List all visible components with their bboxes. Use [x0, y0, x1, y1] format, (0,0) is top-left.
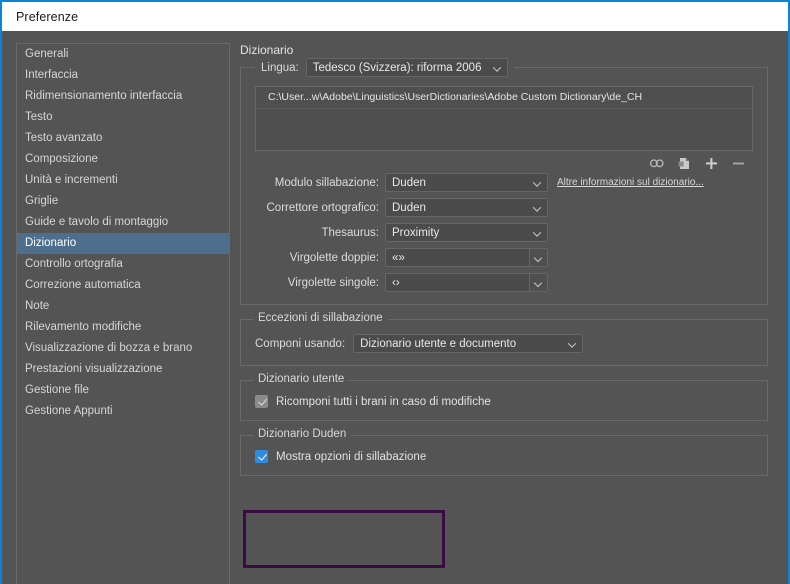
sidebar-item-testo-avanzato[interactable]: Testo avanzato: [17, 128, 229, 149]
sidebar-item-note[interactable]: Note: [17, 296, 229, 317]
sidebar-item-griglie[interactable]: Griglie: [17, 191, 229, 212]
hyphenation-module-row: Modulo sillabazione: Duden Altre informa…: [255, 173, 753, 192]
chevron-down-icon: [569, 342, 576, 346]
compose-using-value: Dizionario utente e documento: [360, 337, 517, 350]
double-quotes-row: Virgolette doppie: «»: [255, 248, 753, 267]
sidebar-item-rilevamento-modifiche[interactable]: Rilevamento modifiche: [17, 317, 229, 338]
single-quotes-combo[interactable]: ‹›: [385, 273, 548, 292]
double-quotes-combo[interactable]: «»: [385, 248, 548, 267]
chevron-down-icon: [534, 206, 541, 210]
language-group-legend: Lingua: Tedesco (Svizzera): riforma 2006: [255, 58, 514, 77]
recompose-checkbox[interactable]: [255, 395, 268, 408]
chevron-down-icon: [534, 181, 541, 185]
hyphenation-exceptions-group: Eccezioni di sillabazione Componi usando…: [240, 312, 768, 366]
compose-using-label: Componi usando:: [255, 337, 346, 350]
sidebar-item-generali[interactable]: Generali: [17, 44, 229, 65]
language-group: Lingua: Tedesco (Svizzera): riforma 2006…: [240, 58, 768, 305]
language-label: Lingua:: [261, 61, 299, 74]
sidebar-item-controllo-ortografia[interactable]: Controllo ortografia: [17, 254, 229, 275]
sidebar-item-gestione-appunti[interactable]: Gestione Appunti: [17, 401, 229, 422]
user-dictionary-group: Dizionario utente Ricomponi tutti i bran…: [240, 373, 768, 421]
sidebar-item-unit-e-incrementi[interactable]: Unità e incrementi: [17, 170, 229, 191]
hyphenation-exceptions-legend: Eccezioni di sillabazione: [253, 312, 388, 324]
more-info-link[interactable]: Altre informazioni sul dizionario...: [557, 177, 704, 188]
double-quotes-value[interactable]: «»: [386, 249, 529, 266]
spell-checker-value: Duden: [392, 201, 426, 214]
chevron-down-icon: [494, 66, 501, 70]
show-hyphenation-options-row[interactable]: Mostra opzioni di sillabazione: [255, 450, 753, 463]
single-quotes-value[interactable]: ‹›: [386, 274, 529, 291]
sidebar-item-prestazioni-visualizzazione[interactable]: Prestazioni visualizzazione: [17, 359, 229, 380]
user-dictionaries-listbox[interactable]: C:\User...w\Adobe\Linguistics\UserDictio…: [255, 86, 753, 151]
hyphenation-module-label: Modulo sillabazione:: [274, 176, 379, 189]
sidebar-item-visualizzazione-di-bozza-e-brano[interactable]: Visualizzazione di bozza e brano: [17, 338, 229, 359]
link-icon[interactable]: [650, 156, 664, 170]
sidebar-item-gestione-file[interactable]: Gestione file: [17, 380, 229, 401]
hyphenation-module-value: Duden: [392, 176, 426, 189]
spell-checker-label: Correttore ortografico:: [266, 201, 380, 214]
single-quotes-row: Virgolette singole: ‹›: [255, 273, 753, 292]
duden-dictionary-group: Dizionario Duden Mostra opzioni di silla…: [240, 428, 768, 476]
user-dictionary-legend: Dizionario utente: [253, 373, 350, 385]
window-title: Preferenze: [16, 9, 79, 24]
sidebar-item-ridimensionamento-interfaccia[interactable]: Ridimensionamento interfaccia: [17, 86, 229, 107]
sidebar-item-composizione[interactable]: Composizione: [17, 149, 229, 170]
language-select-value: Tedesco (Svizzera): riforma 2006: [312, 61, 482, 74]
single-quotes-label: Virgolette singole:: [287, 276, 379, 289]
dialog-body: Generali Interfaccia Ridimensionamento int…: [2, 31, 788, 584]
chevron-down-icon: [534, 231, 541, 235]
compose-using-row: Componi usando: Dizionario utente e docu…: [255, 334, 753, 353]
new-dictionary-icon[interactable]: [677, 156, 691, 170]
language-select[interactable]: Tedesco (Svizzera): riforma 2006: [305, 58, 508, 77]
thesaurus-value: Proximity: [392, 226, 440, 239]
sidebar-item-guide-e-tavolo-di-montaggio[interactable]: Guide e tavolo di montaggio: [17, 212, 229, 233]
dictionary-panel: Dizionario Lingua: Tedesco (Svizzera): r…: [240, 43, 788, 584]
sidebar-item-dizionario[interactable]: Dizionario: [17, 233, 229, 254]
recompose-checkbox-row[interactable]: Ricomponi tutti i brani in caso di modif…: [255, 395, 753, 408]
sidebar-item-correzione-automatica[interactable]: Correzione automatica: [17, 275, 229, 296]
spell-checker-select[interactable]: Duden: [385, 198, 548, 217]
preferences-category-list[interactable]: Generali Interfaccia Ridimensionamento int…: [16, 43, 230, 584]
sidebar-item-testo[interactable]: Testo: [17, 107, 229, 128]
double-quotes-label: Virgolette doppie:: [289, 251, 379, 264]
page-title: Dizionario: [240, 43, 294, 57]
list-item[interactable]: C:\User...w\Adobe\Linguistics\UserDictio…: [256, 87, 752, 109]
dictionary-toolbar: [255, 153, 753, 173]
title-bar: Preferenze: [2, 2, 788, 31]
duden-dictionary-legend: Dizionario Duden: [253, 428, 352, 440]
thesaurus-select[interactable]: Proximity: [385, 223, 548, 242]
spell-checker-row: Correttore ortografico: Duden: [255, 198, 753, 217]
hyphenation-module-select[interactable]: Duden: [385, 173, 548, 192]
show-hyphenation-options-checkbox[interactable]: [255, 450, 268, 463]
show-hyphenation-options-label: Mostra opzioni di sillabazione: [276, 450, 427, 463]
add-icon[interactable]: [704, 156, 718, 170]
thesaurus-row: Thesaurus: Proximity: [255, 223, 753, 242]
preferences-window: Preferenze Generali Interfaccia Ridimensio…: [0, 0, 790, 584]
chevron-down-icon[interactable]: [529, 274, 547, 291]
sidebar-item-interfaccia[interactable]: Interfaccia: [17, 65, 229, 86]
compose-using-select[interactable]: Dizionario utente e documento: [353, 334, 584, 353]
recompose-checkbox-label: Ricomponi tutti i brani in caso di modif…: [276, 395, 491, 408]
chevron-down-icon[interactable]: [529, 249, 547, 266]
remove-icon[interactable]: [731, 156, 745, 170]
thesaurus-label: Thesaurus:: [321, 226, 379, 239]
